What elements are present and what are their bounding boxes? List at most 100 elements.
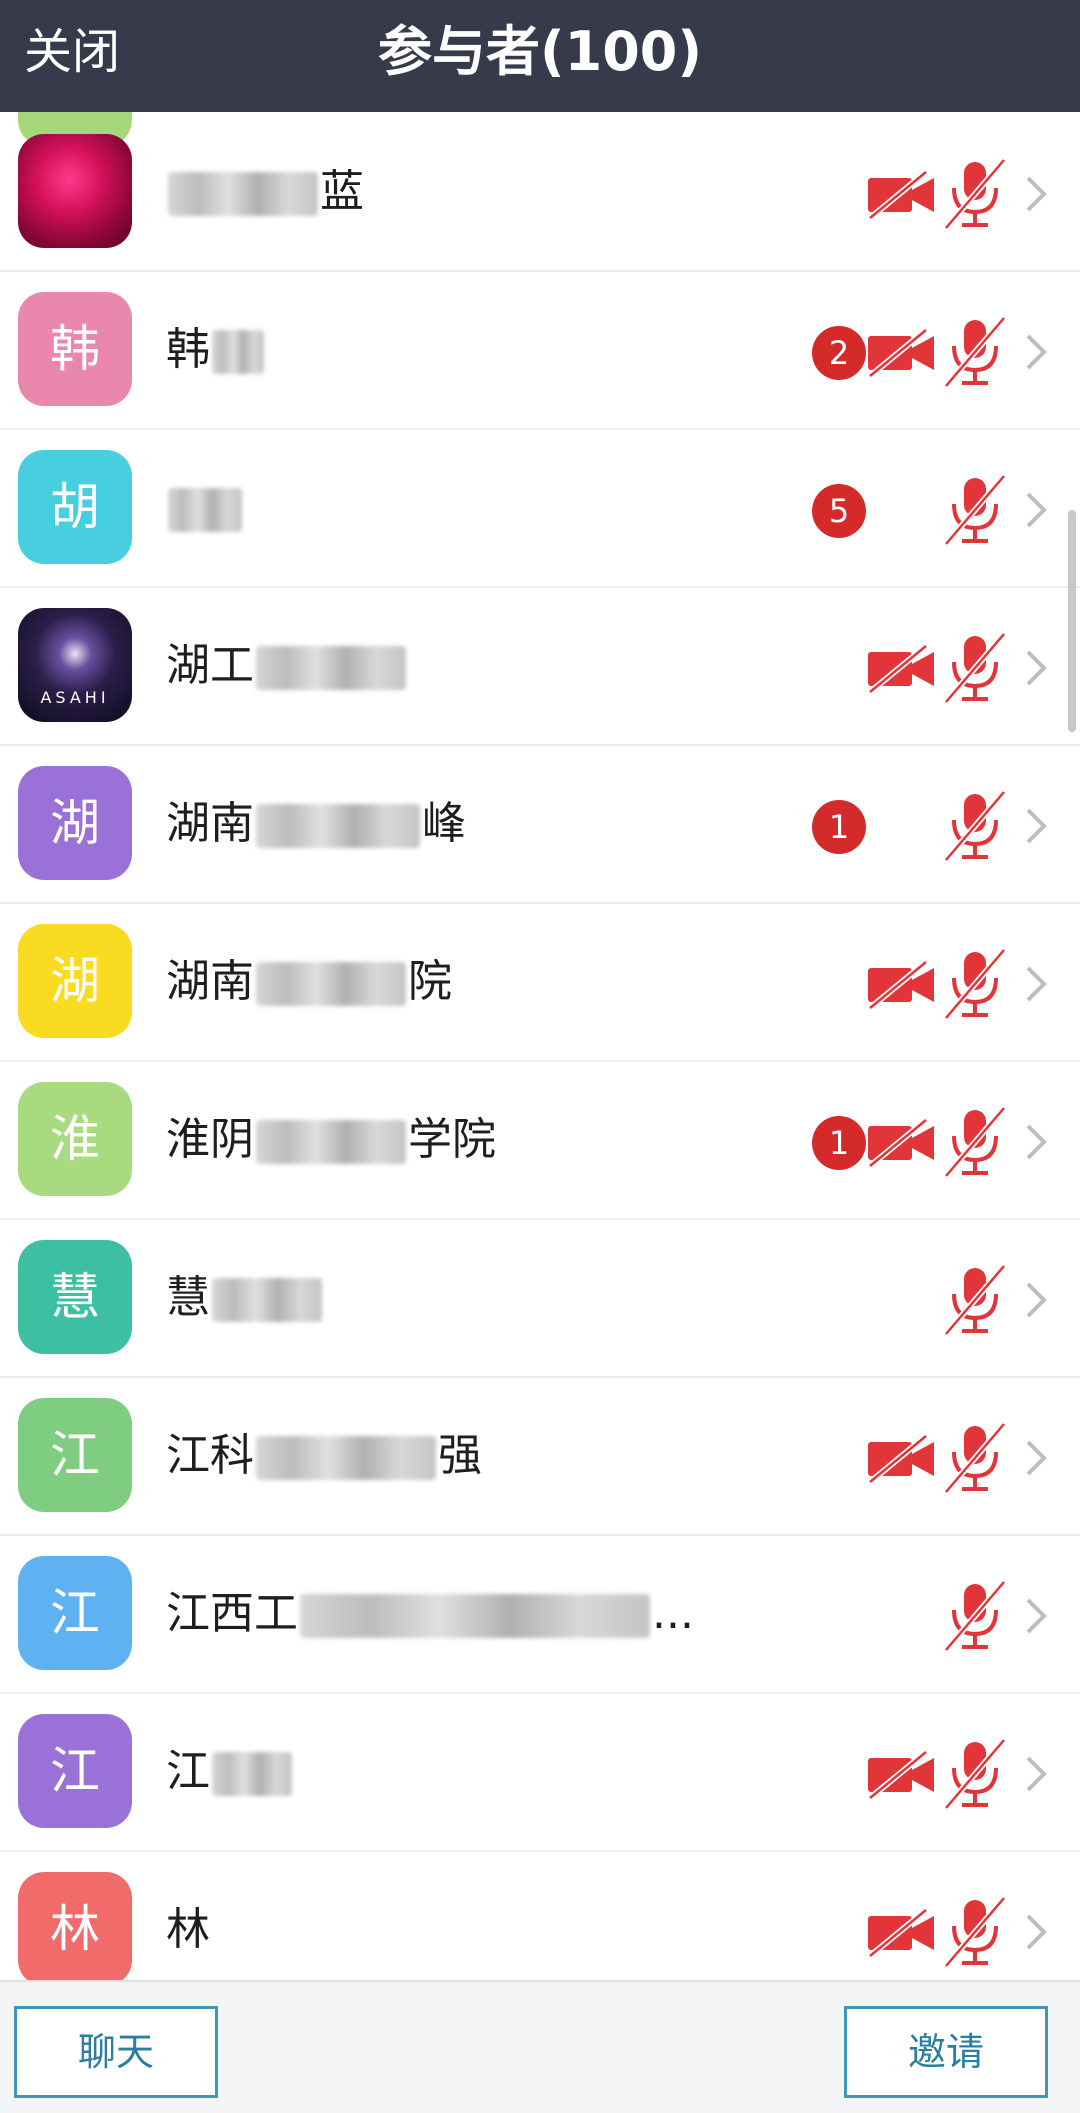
chat-button[interactable]: 聊天: [14, 2006, 218, 2098]
chevron-right-icon: [1026, 808, 1047, 844]
camera-off-icon[interactable]: [866, 170, 936, 220]
participant-row[interactable]: 韩韩 2: [0, 272, 1080, 430]
redacted-text: [256, 1120, 406, 1164]
chevron-right-icon: [1026, 1124, 1047, 1160]
avatar: 江: [18, 1556, 132, 1670]
mic-off-icon[interactable]: [940, 316, 1010, 388]
page-title: 参与者(100): [377, 20, 703, 83]
camera-off-icon[interactable]: [866, 1750, 936, 1800]
name-visible-end: 院: [408, 956, 452, 1007]
participant-name: 慧: [166, 1268, 324, 1328]
mic-off-icon[interactable]: [940, 158, 1010, 230]
avatar: 湖: [18, 766, 132, 880]
participant-row[interactable]: 慧慧: [0, 1220, 1080, 1378]
chevron-right-icon: [1026, 1282, 1047, 1318]
participant-name: 湖南 院: [166, 952, 452, 1012]
chevron-right-icon: [1026, 1756, 1047, 1792]
mic-off-icon[interactable]: [940, 790, 1010, 862]
mic-off-icon[interactable]: [940, 1896, 1010, 1968]
unread-badge: 1: [812, 800, 866, 854]
scrollbar[interactable]: [1068, 510, 1076, 732]
participant-row[interactable]: 江江科 强: [0, 1378, 1080, 1536]
camera-off-icon[interactable]: [866, 328, 936, 378]
chevron-right-icon: [1026, 492, 1047, 528]
avatar: 韩: [18, 292, 132, 406]
name-visible-start: 江西工: [166, 1588, 298, 1639]
redacted-text: [256, 646, 406, 690]
redacted-text: [168, 172, 318, 216]
unread-badge: 5: [812, 484, 866, 538]
mic-off-icon[interactable]: [940, 474, 1010, 546]
participant-row[interactable]: 林林: [0, 1852, 1080, 1980]
name-visible-start: 湖南: [166, 798, 254, 849]
name-visible-start: 湖南: [166, 956, 254, 1007]
participant-row[interactable]: 湖湖南 峰 1: [0, 746, 1080, 904]
camera-off-icon[interactable]: [866, 960, 936, 1010]
camera-off-icon[interactable]: [866, 1908, 936, 1958]
redacted-text: [168, 488, 242, 532]
redacted-text: [212, 1752, 292, 1796]
redacted-text: [256, 962, 406, 1006]
name-visible-start: 湖工: [166, 640, 254, 691]
participant-row[interactable]: ASAHI 湖工: [0, 588, 1080, 746]
avatar: 江: [18, 1714, 132, 1828]
chevron-right-icon: [1026, 1914, 1047, 1950]
name-visible-start: 林: [166, 1904, 210, 1955]
avatar: 林: [18, 1872, 132, 1980]
participant-row[interactable]: 江江西工...: [0, 1536, 1080, 1694]
redacted-text: [256, 804, 420, 848]
name-visible-end: ...: [652, 1588, 694, 1639]
chevron-right-icon: [1026, 176, 1047, 212]
participant-name: 湖工: [166, 636, 408, 696]
avatar: ASAHI: [18, 608, 132, 722]
name-visible-end: 学院: [408, 1114, 496, 1165]
chevron-right-icon: [1026, 650, 1047, 686]
mic-off-icon[interactable]: [940, 632, 1010, 704]
participant-row[interactable]: 淮淮阴 学院 1: [0, 1062, 1080, 1220]
avatar: [18, 134, 132, 248]
avatar: 湖: [18, 924, 132, 1038]
name-visible-start: 慧: [166, 1272, 210, 1323]
participant-row[interactable]: 江江: [0, 1694, 1080, 1852]
name-visible-start: 江科: [166, 1430, 254, 1481]
name-visible-end: 强: [438, 1430, 482, 1481]
avatar: 淮: [18, 1082, 132, 1196]
mic-off-icon[interactable]: [940, 1738, 1010, 1810]
participant-row[interactable]: 湖湖南 院: [0, 904, 1080, 1062]
avatar: 江: [18, 1398, 132, 1512]
participant-name: 林: [166, 1900, 210, 1960]
mic-off-icon[interactable]: [940, 1580, 1010, 1652]
mic-off-icon[interactable]: [940, 1264, 1010, 1336]
name-visible-start: 韩: [166, 324, 210, 375]
unread-badge: 2: [812, 326, 866, 380]
camera-off-icon[interactable]: [866, 1118, 936, 1168]
name-visible-start: 淮阴: [166, 1114, 254, 1165]
redacted-text: [256, 1436, 436, 1480]
participant-name: 韩: [166, 320, 266, 380]
unread-badge: 1: [812, 1116, 866, 1170]
participant-name: 淮阴 学院: [166, 1110, 496, 1170]
name-visible-start: 江: [166, 1746, 210, 1797]
participant-row[interactable]: 胡5: [0, 430, 1080, 588]
mic-off-icon[interactable]: [940, 1422, 1010, 1494]
camera-off-icon[interactable]: [866, 1434, 936, 1484]
chevron-right-icon: [1026, 966, 1047, 1002]
redacted-text: [212, 1278, 322, 1322]
avatar: 慧: [18, 1240, 132, 1354]
participant-row[interactable]: 蓝: [0, 114, 1080, 272]
avatar-logo-text: ASAHI: [40, 688, 110, 707]
name-visible-end: 蓝: [320, 166, 364, 217]
bottom-bar: 聊天 邀请: [0, 1980, 1080, 2113]
camera-off-icon[interactable]: [866, 644, 936, 694]
mic-off-icon[interactable]: [940, 1106, 1010, 1178]
mic-off-icon[interactable]: [940, 948, 1010, 1020]
participant-name: 蓝: [166, 162, 364, 222]
invite-button[interactable]: 邀请: [844, 2006, 1048, 2098]
participant-name: 湖南 峰: [166, 794, 466, 854]
avatar: 胡: [18, 450, 132, 564]
participant-name: 江: [166, 1742, 294, 1802]
name-visible-end: 峰: [422, 798, 466, 849]
participant-list[interactable]: 蓝韩韩 2 胡 5 ASAHI 湖工湖湖南峰 1 湖湖南院淮淮阴 学院 1 慧慧江江科强江江西工..…: [0, 112, 1080, 1980]
chevron-right-icon: [1026, 1598, 1047, 1634]
participant-name: 江科 强: [166, 1426, 482, 1486]
